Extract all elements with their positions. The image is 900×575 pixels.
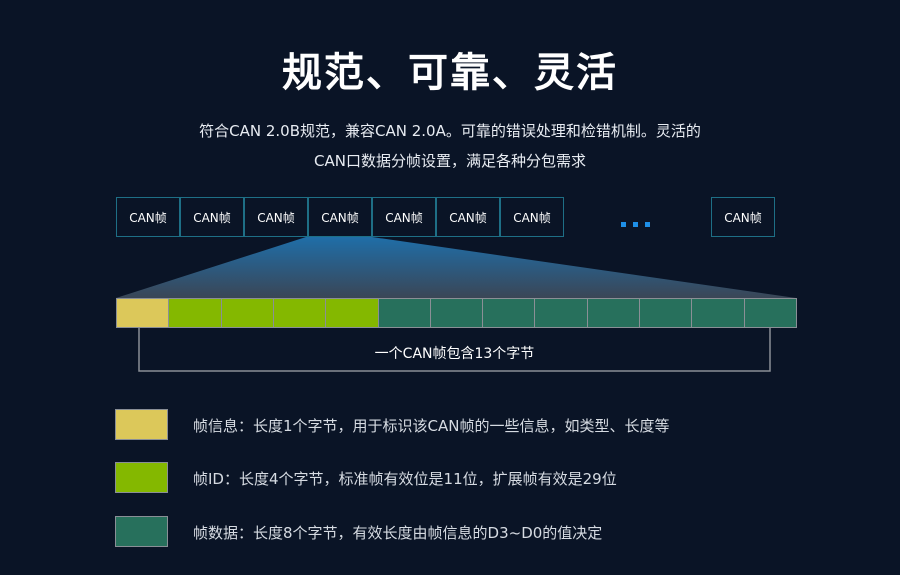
byte-cell-data bbox=[534, 298, 588, 328]
byte-cell-data bbox=[482, 298, 536, 328]
legend-text-data: 帧数据：长度8个字节，有效长度由帧信息的D3~D0的值决定 bbox=[193, 524, 603, 542]
bracket-label: 一个CAN帧包含13个字节 bbox=[374, 346, 535, 362]
byte-cell-info bbox=[116, 298, 170, 328]
byte-cell-id bbox=[220, 298, 274, 328]
legend-text-id: 帧ID：长度4个字节，标准帧有效位是11位，扩展帧有效是29位 bbox=[193, 470, 617, 488]
byte-cell-id bbox=[272, 298, 327, 328]
byte-cell-data bbox=[377, 298, 431, 328]
projection-trapezoid bbox=[116, 237, 796, 298]
legend-text-info: 帧信息：长度1个字节，用于标识该CAN帧的一些信息，如类型、长度等 bbox=[193, 417, 670, 435]
legend-swatch-data bbox=[115, 516, 168, 547]
byte-cell-data bbox=[639, 298, 693, 328]
byte-cell-data bbox=[743, 298, 797, 328]
byte-cell-data bbox=[586, 298, 641, 328]
byte-cell-data bbox=[429, 298, 484, 328]
byte-cell-data bbox=[691, 298, 745, 328]
legend-swatch-id bbox=[115, 462, 168, 493]
legend-swatch-info bbox=[115, 409, 168, 440]
byte-cell-id bbox=[168, 298, 222, 328]
byte-cell-id bbox=[325, 298, 379, 328]
